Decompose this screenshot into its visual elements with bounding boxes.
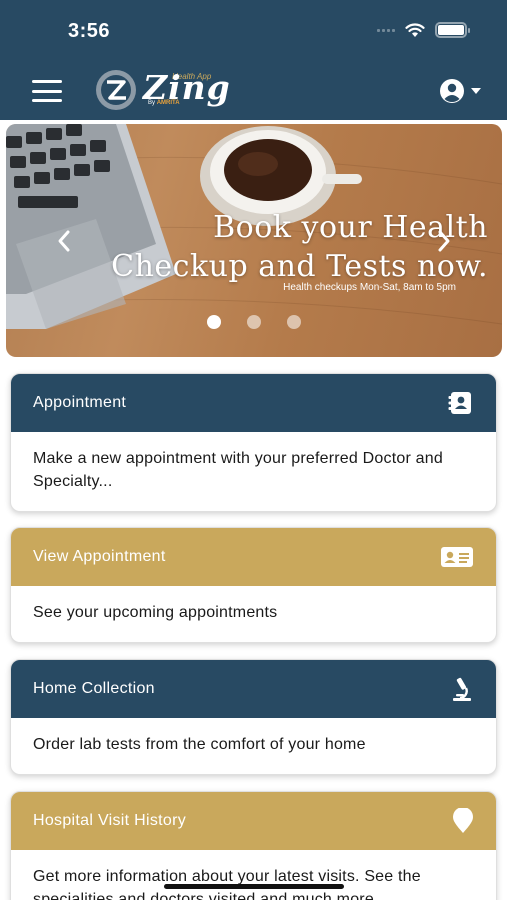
wifi-icon bbox=[405, 22, 425, 37]
location-pin-icon bbox=[453, 808, 473, 833]
app-header: 3:56 Health App Zing By AMRITA bbox=[0, 0, 507, 120]
chevron-left-icon[interactable] bbox=[56, 229, 72, 253]
card-description: Get more information about your latest v… bbox=[33, 868, 421, 900]
banner-title: Book your Health Checkup and Tests now. bbox=[111, 210, 488, 284]
card-title: Home Collection bbox=[33, 680, 155, 697]
carousel-dot[interactable] bbox=[287, 315, 301, 329]
card-title: Appointment bbox=[33, 394, 127, 411]
chevron-down-icon bbox=[471, 88, 481, 94]
carousel-dot[interactable] bbox=[207, 315, 221, 329]
card-description: Make a new appointment with your preferr… bbox=[33, 450, 443, 490]
cellular-signal-icon bbox=[377, 28, 395, 32]
logo-byline: By AMRITA bbox=[148, 100, 180, 106]
card-header: Appointment bbox=[11, 374, 496, 432]
card-header: View Appointment bbox=[11, 528, 496, 586]
appointment-card[interactable]: Appointment Make a new appointment with … bbox=[10, 373, 497, 512]
card-title: Hospital Visit History bbox=[33, 812, 187, 829]
battery-icon bbox=[435, 22, 470, 38]
user-avatar-icon bbox=[440, 79, 464, 103]
card-header: Home Collection bbox=[11, 660, 496, 718]
microscope-icon bbox=[453, 677, 471, 701]
home-indicator[interactable] bbox=[164, 884, 344, 889]
status-icons bbox=[377, 22, 470, 38]
promo-carousel[interactable]: Book your Health Checkup and Tests now. … bbox=[6, 124, 502, 357]
contact-card-icon bbox=[448, 392, 471, 414]
carousel-indicators bbox=[6, 315, 502, 329]
card-title: View Appointment bbox=[33, 548, 166, 565]
card-description: Order lab tests from the comfort of your… bbox=[33, 736, 366, 753]
id-card-icon bbox=[441, 547, 473, 567]
chevron-right-icon[interactable] bbox=[436, 229, 452, 253]
profile-menu-button[interactable] bbox=[439, 78, 481, 104]
hamburger-menu-button[interactable] bbox=[32, 80, 62, 102]
home-collection-card[interactable]: Home Collection Order lab tests from the… bbox=[10, 659, 497, 775]
status-time: 3:56 bbox=[68, 20, 111, 42]
card-description: See your upcoming appointments bbox=[33, 604, 278, 621]
carousel-dot[interactable] bbox=[247, 315, 261, 329]
banner-subtitle: Health checkups Mon-Sat, 8am to 5pm bbox=[283, 282, 456, 293]
view-appointment-card[interactable]: View Appointment See your upcoming appoi… bbox=[10, 527, 497, 643]
card-header: Hospital Visit History bbox=[11, 792, 496, 850]
